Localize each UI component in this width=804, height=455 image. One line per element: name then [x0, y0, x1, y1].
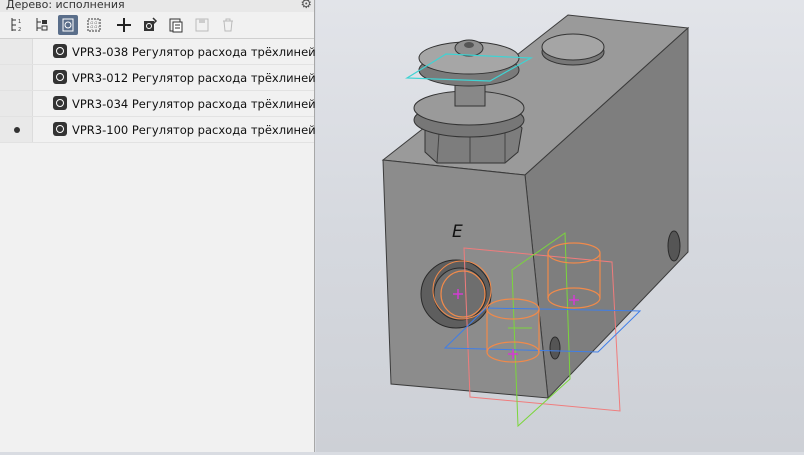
gear-icon[interactable]: ⚙ [300, 0, 312, 12]
variant-icon [53, 122, 67, 136]
current-marker-cell[interactable] [0, 91, 33, 116]
variant-label: VPR3-038 Регулятор расхода трёхлинейный [72, 45, 340, 59]
variant-icon [53, 44, 67, 58]
variant-icon [53, 96, 67, 110]
list-item[interactable]: VPR3-034 Регулятор расхода трёхлинейный [0, 91, 340, 117]
model-scene: E [381, 14, 690, 428]
svg-text:2: 2 [18, 27, 21, 33]
panel-title: Дерево: исполнения [0, 0, 314, 12]
model-viewport[interactable]: E [316, 0, 804, 452]
tree-sort-icon[interactable] [32, 15, 52, 35]
current-marker-cell[interactable] [0, 65, 33, 90]
current-marker-cell[interactable] [0, 39, 33, 64]
tree-toolbar: 12 [0, 12, 314, 39]
list-item[interactable]: VPR3-100 Регулятор расхода трёхлинейный [0, 117, 340, 143]
variant-refresh-icon[interactable] [140, 15, 160, 35]
tree-structure-icon[interactable]: 12 [8, 15, 28, 35]
save-icon [192, 15, 212, 35]
variants-list: VPR3-038 Регулятор расхода трёхлинейный … [0, 39, 340, 143]
grid-select-icon[interactable] [84, 15, 104, 35]
section-label: E [452, 222, 463, 242]
variants-icon[interactable] [58, 15, 78, 35]
variant-icon [53, 70, 67, 84]
list-item[interactable]: VPR3-012 Регулятор расхода трёхлинейный [0, 65, 340, 91]
variant-label: VPR3-012 Регулятор расхода трёхлинейный [72, 71, 340, 85]
current-variant-dot-icon [14, 127, 20, 133]
variant-label: VPR3-100 Регулятор расхода трёхлинейный [72, 123, 340, 137]
current-marker-cell[interactable] [0, 117, 33, 142]
document-copy-icon[interactable] [166, 15, 186, 35]
list-item[interactable]: VPR3-038 Регулятор расхода трёхлинейный [0, 39, 340, 65]
add-icon[interactable] [114, 15, 134, 35]
svg-text:1: 1 [18, 19, 21, 25]
variants-tree-panel: Дерево: исполнения ⚙ 12 VPR3-038 Регулят… [0, 0, 340, 452]
delete-icon [218, 15, 238, 35]
variant-label: VPR3-034 Регулятор расхода трёхлинейный [72, 97, 340, 111]
